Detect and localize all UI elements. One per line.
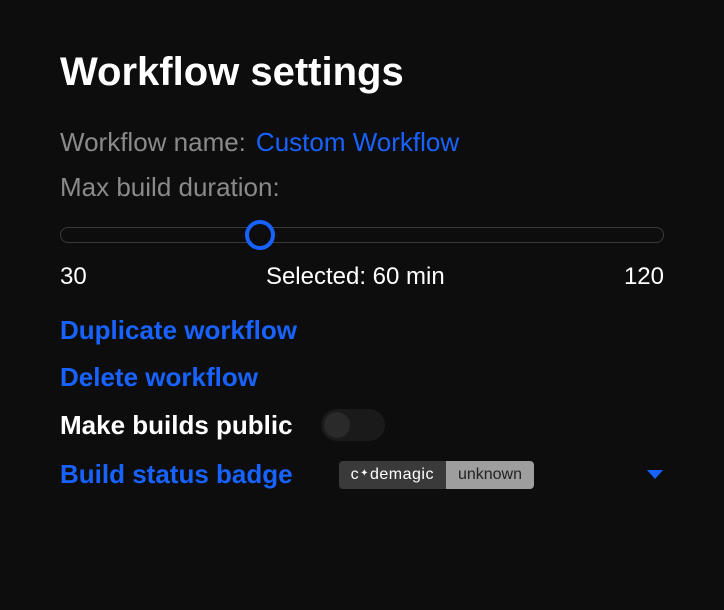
duration-slider[interactable] [60, 227, 664, 243]
page-title: Workflow settings [60, 50, 664, 95]
workflow-name-label: Workflow name: [60, 127, 246, 158]
badge-brand: c✦demagic [339, 461, 446, 489]
make-public-row: Make builds public [60, 409, 664, 441]
duplicate-workflow-link[interactable]: Duplicate workflow [60, 315, 664, 346]
diamond-icon: ✦ [360, 461, 369, 488]
expand-badge-icon[interactable] [646, 469, 664, 481]
make-public-label: Make builds public [60, 410, 293, 441]
toggle-knob [324, 412, 350, 438]
slider-selected: Selected: 60 min [87, 263, 624, 291]
max-duration-label: Max build duration: [60, 172, 280, 203]
slider-min: 30 [60, 263, 87, 291]
badge-status: unknown [446, 461, 534, 489]
make-public-toggle[interactable] [321, 409, 385, 441]
delete-workflow-link[interactable]: Delete workflow [60, 362, 664, 393]
status-badge: c✦demagic unknown [339, 461, 534, 489]
build-status-badge-row: Build status badge c✦demagic unknown [60, 459, 664, 490]
slider-max: 120 [624, 263, 664, 291]
slider-labels: 30 Selected: 60 min 120 [60, 263, 664, 291]
workflow-name-row: Workflow name: Custom Workflow [60, 127, 664, 158]
workflow-name-value[interactable]: Custom Workflow [256, 127, 459, 158]
slider-thumb[interactable] [245, 220, 275, 250]
max-duration-row: Max build duration: [60, 172, 664, 203]
build-status-badge-label[interactable]: Build status badge [60, 459, 293, 490]
slider-track[interactable] [60, 227, 664, 243]
